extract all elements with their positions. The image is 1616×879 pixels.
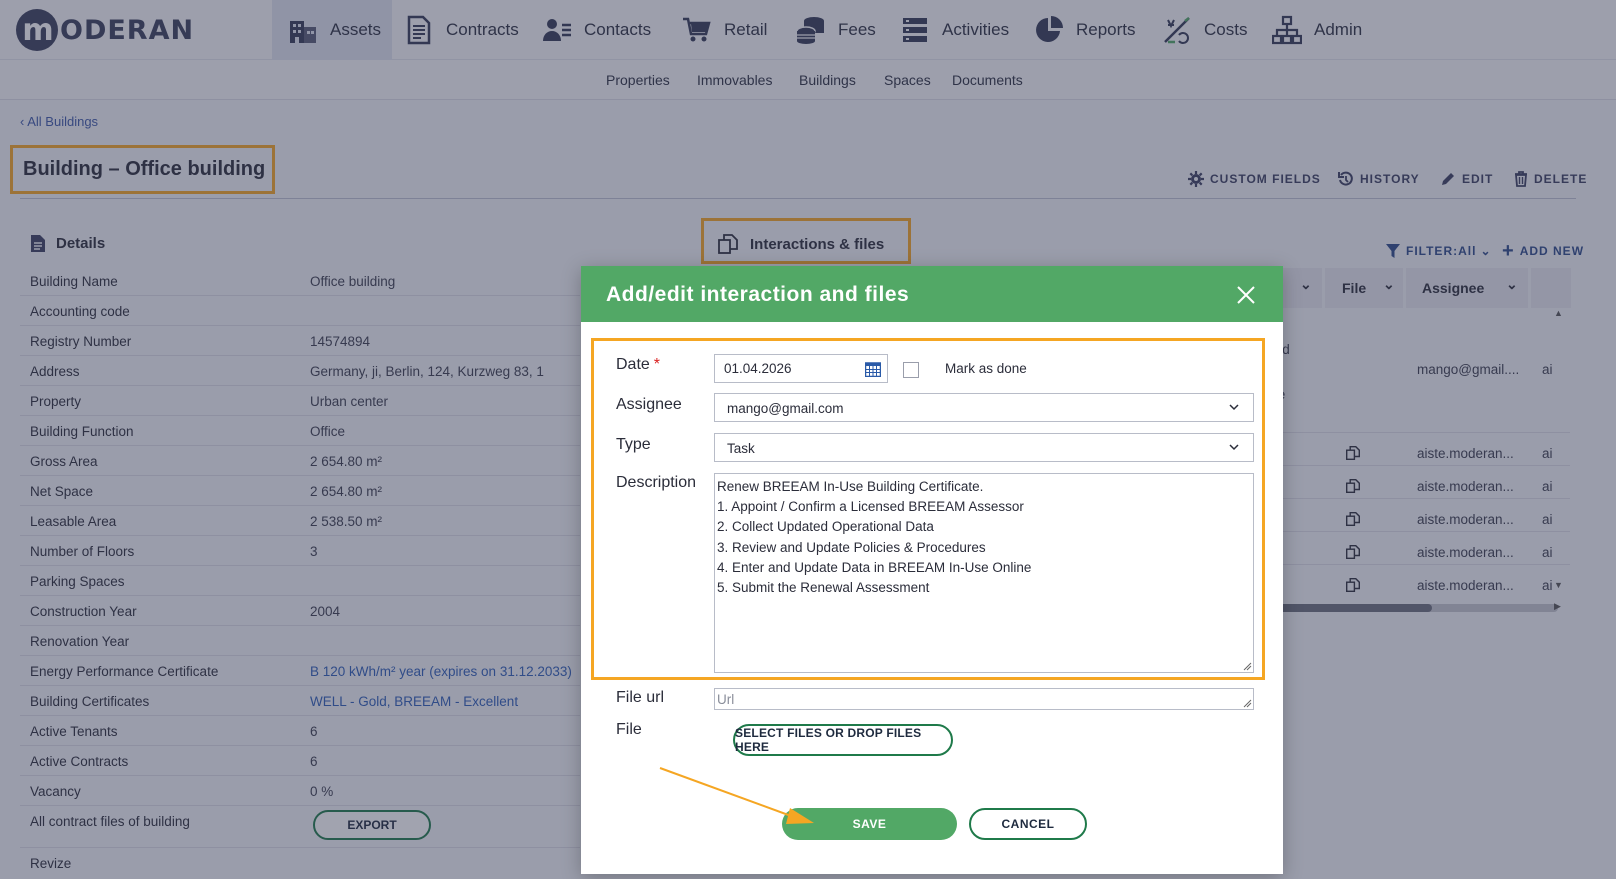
file-url-input[interactable]: Url	[714, 688, 1254, 710]
file-url-placeholder: Url	[717, 692, 735, 707]
description-line: 4. Enter and Update Data in BREEAM In-Us…	[717, 559, 1032, 575]
type-select[interactable]: Task	[714, 433, 1254, 462]
annotation-arrow	[659, 767, 814, 824]
chevron-down-icon	[1229, 444, 1239, 451]
assignee-label: Assignee	[616, 396, 682, 413]
type-label: Type	[616, 436, 651, 453]
file-url-label: File url	[616, 689, 665, 706]
date-label-text: Date	[616, 356, 650, 373]
description-line: 3. Review and Update Policies & Procedur…	[717, 539, 986, 555]
file-label: File	[616, 721, 642, 738]
description-label: Description	[616, 474, 697, 491]
assignee-select[interactable]: mango@gmail.com	[714, 393, 1254, 422]
description-line: 1. Appoint / Confirm a Licensed BREEAM A…	[717, 499, 1024, 515]
description-line: 5. Submit the Renewal Assessment	[717, 580, 930, 596]
description-line: 2. Collect Updated Operational Data	[717, 519, 934, 535]
resize-grip-icon[interactable]	[1243, 699, 1252, 708]
mark-done-checkbox[interactable]	[903, 362, 919, 378]
chevron-down-icon	[1229, 404, 1239, 411]
type-value: Task	[727, 441, 755, 456]
date-label: Date *	[616, 356, 660, 374]
date-value: 01.04.2026	[724, 361, 792, 376]
close-icon[interactable]	[1236, 285, 1256, 305]
mark-done-label: Mark as done	[945, 361, 1027, 376]
cancel-button[interactable]: CANCEL	[969, 808, 1087, 840]
calendar-icon[interactable]	[865, 362, 881, 377]
description-textarea[interactable]: Renew BREEAM In-Use Building Certificate…	[714, 473, 1254, 673]
description-line: Renew BREEAM In-Use Building Certificate…	[717, 479, 984, 494]
modal-title: Add/edit interaction and files	[606, 283, 910, 306]
select-files-button[interactable]: SELECT FILES OR DROP FILES HERE	[733, 724, 953, 756]
modal-header: Add/edit interaction and files	[581, 266, 1283, 322]
assignee-value: mango@gmail.com	[727, 401, 844, 416]
resize-grip-icon[interactable]	[1243, 662, 1252, 671]
required-mark: *	[653, 356, 661, 373]
date-input[interactable]: 01.04.2026	[714, 354, 888, 383]
